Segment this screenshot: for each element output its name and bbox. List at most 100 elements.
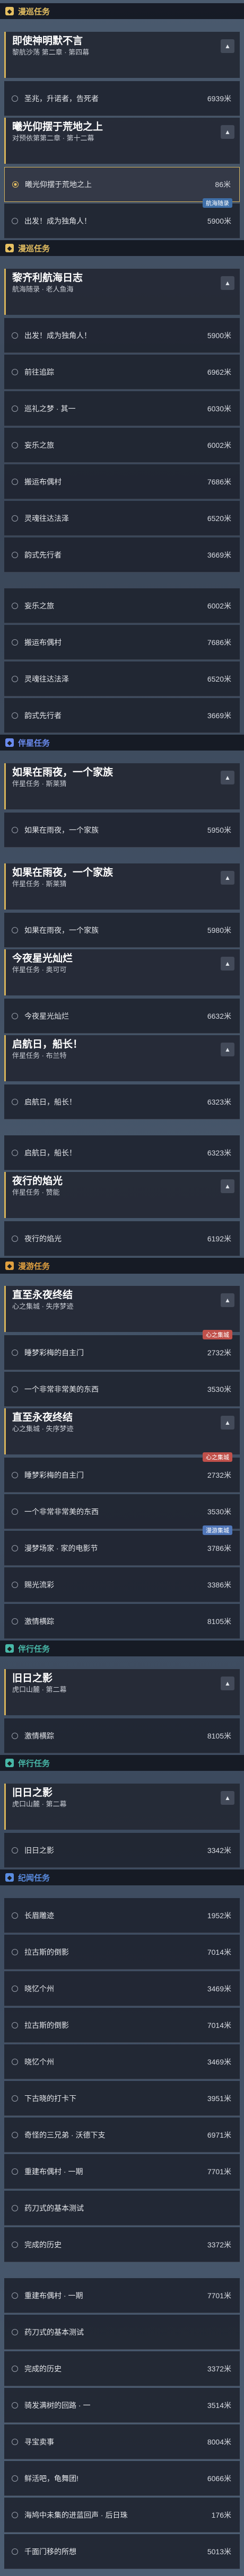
quest-group-header[interactable]: 如果在雨夜，一个家族 伴星任务 · 斯莱猜 ▲ [4,763,240,809]
track-radio-icon[interactable] [12,602,18,609]
quest-entry[interactable]: 前往追踪 6962米 [4,355,240,390]
track-radio-icon[interactable] [12,95,18,102]
track-radio-icon[interactable] [12,2438,18,2445]
track-radio-icon[interactable] [12,675,18,682]
quest-entry[interactable]: 一个非常非常美的东西 3530米 [4,1494,240,1529]
track-radio-icon[interactable] [12,2328,18,2335]
track-radio-icon[interactable] [12,1471,18,1478]
quest-entry[interactable]: 完成的历史 3372米 [4,2351,240,2386]
quest-group-header[interactable]: 旧日之影 虎口山麓 · 第二幕 ▲ [4,1669,240,1715]
track-radio-icon[interactable] [12,515,18,522]
quest-entry[interactable]: 搬运布偶村 7686米 [4,625,240,660]
track-radio-icon[interactable] [12,2365,18,2372]
quest-entry[interactable]: 完成的历史 3372米 [4,2227,240,2262]
track-radio-icon[interactable] [12,1618,18,1625]
quest-entry[interactable]: 漫梦场家 · 家的电影节 3786米 漫游集城 [4,1525,240,1566]
quest-entry[interactable]: 启航日，船长！ 6323米 [4,1135,240,1170]
track-radio-icon[interactable] [12,332,18,339]
track-radio-icon[interactable] [12,217,18,224]
quest-entry[interactable]: 激情横踪 8105米 [4,1718,240,1753]
quest-entry[interactable]: 海鸠中未集的进蓝回声 · 后日珠 176米 [4,2498,240,2533]
track-radio-icon[interactable] [12,442,18,448]
track-radio-icon[interactable] [12,1581,18,1588]
chevron-up-icon[interactable]: ▲ [221,276,234,290]
quest-group-header[interactable]: 旧日之影 虎口山麓 · 第二幕 ▲ [4,1784,240,1830]
chevron-up-icon[interactable]: ▲ [221,1791,234,1805]
quest-group-header[interactable]: 夜行的焰光 伴星任务 · 赞能 ▲ [4,1172,240,1218]
quest-entry[interactable]: 一个非常非常美的东西 3530米 [4,1372,240,1407]
quest-entry[interactable]: 晓忆个州 3469米 [4,1971,240,2006]
quest-entry[interactable]: 妄乐之旅 6002米 [4,428,240,463]
quest-entry[interactable]: 晓忆个州 3469米 [4,2044,240,2079]
quest-entry[interactable]: 出发！成为独角人！ 5900米 航海随录 [4,198,240,239]
quest-entry[interactable]: 激情横踪 8105米 [4,1604,240,1639]
quest-entry[interactable]: 拉古斯的倒影 7014米 [4,1935,240,1970]
quest-group-header[interactable]: 启航日，船长！ 伴星任务 · 布兰特 ▲ [4,1035,240,1081]
quest-entry[interactable]: 长眉雕迹 1952米 [4,1898,240,1933]
track-radio-icon[interactable] [12,712,18,719]
track-radio-icon[interactable] [12,1386,18,1392]
track-radio-icon[interactable] [12,2204,18,2211]
quest-entry[interactable]: 拉古斯的倒影 7014米 [4,2008,240,2043]
quest-group-header[interactable]: 曦光仰摆于荒地之上 对预依第第二章 · 第十二幕 ▲ [4,118,240,164]
track-radio-icon[interactable] [12,2022,18,2028]
track-radio-icon[interactable] [12,927,18,933]
chevron-up-icon[interactable]: ▲ [221,1293,234,1307]
track-radio-icon[interactable] [12,368,18,375]
chevron-up-icon[interactable]: ▲ [221,771,234,784]
track-radio-icon[interactable] [12,1235,18,1242]
track-radio-icon[interactable] [12,1098,18,1105]
quest-group-header[interactable]: 如果在雨夜，一个家族 伴星任务 · 斯莱猜 ▲ [4,863,240,910]
quest-entry[interactable]: 赐光流彩 3386米 [4,1567,240,1602]
track-radio-icon[interactable] [12,2168,18,2175]
quest-entry[interactable]: 千面门移的所想 5013米 [4,2534,240,2569]
quest-entry[interactable]: 药刀式的基本测试 [4,2315,240,2350]
quest-entry[interactable]: 韵式先行者 3669米 [4,698,240,733]
quest-entry[interactable]: 旧日之影 3342米 [4,1833,240,1868]
quest-entry[interactable]: 巡礼之梦 · 其一 6030米 [4,391,240,426]
track-radio-icon[interactable] [12,2475,18,2482]
chevron-up-icon[interactable]: ▲ [221,1677,234,1690]
track-radio-icon[interactable] [12,2095,18,2102]
chevron-up-icon[interactable]: ▲ [221,1416,234,1430]
track-radio-icon[interactable] [12,2402,18,2409]
quest-entry[interactable]: 如果在雨夜，一个家族 5980米 [4,913,240,948]
track-radio-icon[interactable] [12,1349,18,1356]
chevron-up-icon[interactable]: ▲ [221,1179,234,1193]
quest-entry[interactable]: 寻宝卖事 8004米 [4,2424,240,2459]
chevron-up-icon[interactable]: ▲ [221,125,234,139]
track-radio-icon[interactable] [12,2548,18,2555]
chevron-up-icon[interactable]: ▲ [221,1043,234,1056]
chevron-up-icon[interactable]: ▲ [221,957,234,971]
quest-entry[interactable]: 夜行的焰光 6192米 [4,1221,240,1256]
chevron-up-icon[interactable]: ▲ [221,39,234,53]
track-radio-icon[interactable] [12,1948,18,1955]
quest-entry[interactable]: 重建布偶村 · 一期 7701米 [4,2278,240,2313]
track-radio-icon[interactable] [12,1545,18,1551]
quest-group-header[interactable]: 今夜星光灿烂 伴星任务 · 奥可可 ▲ [4,949,240,995]
quest-entry[interactable]: 药刀式的基本测试 [4,2191,240,2226]
track-radio-icon[interactable] [12,2131,18,2138]
quest-entry[interactable]: 睡梦彩梅的自主门 2732米 心之集城 [4,1330,240,1370]
track-radio-icon[interactable] [12,1985,18,1992]
quest-entry[interactable]: 出发！成为独角人！ 5900米 [4,318,240,353]
chevron-up-icon[interactable]: ▲ [221,871,234,885]
quest-group-header[interactable]: 即使神明默不言 黎航沙荡 第二章 · 第四幕 ▲ [4,32,240,78]
quest-entry[interactable]: 奇怪的三兄弟 · 沃德下支 6971米 [4,2118,240,2152]
quest-entry[interactable]: 妄乐之旅 6002米 [4,588,240,623]
quest-entry[interactable]: 鲜活吧，龟舞团! 6066米 [4,2461,240,2496]
track-radio-icon[interactable] [12,1847,18,1854]
track-radio-icon[interactable] [12,478,18,485]
quest-entry[interactable]: 今夜星光灿烂 6632米 [4,999,240,1034]
quest-entry[interactable]: 睡梦彩梅的自主门 2732米 心之集城 [4,1452,240,1493]
quest-entry[interactable]: 韵式先行者 3669米 [4,537,240,572]
track-radio-icon[interactable] [12,405,18,412]
quest-entry[interactable]: 启航日，船长！ 6323米 [4,1084,240,1119]
quest-entry[interactable]: 如果在雨夜，一个家族 5950米 [4,813,240,848]
quest-entry[interactable]: 重建布偶村 · 一期 7701米 [4,2154,240,2189]
track-radio-icon[interactable] [12,1732,18,1739]
quest-entry[interactable]: 下古晓的打卡下 3951米 [4,2081,240,2116]
track-radio-icon[interactable] [12,2058,18,2065]
track-radio-icon[interactable] [12,1508,18,1515]
track-radio-icon[interactable] [12,2241,18,2248]
